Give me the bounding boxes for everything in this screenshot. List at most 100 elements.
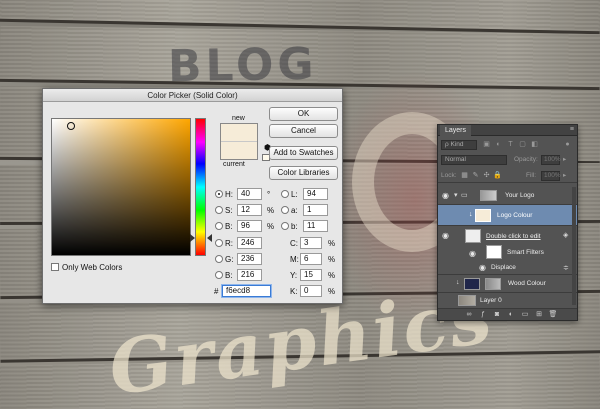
only-web-colors-label: Only Web Colors xyxy=(62,263,123,272)
link-layers-icon[interactable]: ∞ xyxy=(464,310,474,320)
eye-icon[interactable]: ◉ xyxy=(441,231,450,240)
opacity-input[interactable]: 100% xyxy=(541,155,561,165)
add-mask-icon[interactable]: ◙ xyxy=(492,310,502,320)
hex-input[interactable]: f6ecd8 xyxy=(222,285,271,297)
expand-arrow-icon[interactable]: ▾ xyxy=(454,191,458,199)
saturation-radio[interactable] xyxy=(215,206,223,214)
blend-mode-select[interactable]: Normal xyxy=(441,155,507,165)
hue-slider-handle-right[interactable] xyxy=(207,234,212,242)
smart-filters-label[interactable]: Smart Filters xyxy=(507,249,544,256)
hue-input[interactable]: 40 xyxy=(237,188,262,200)
layer-name[interactable]: Your Logo xyxy=(505,192,534,199)
layer-thumbnail xyxy=(458,295,476,306)
layer-row-layer-0[interactable]: ◉ Layer 0 xyxy=(438,293,577,309)
color-picker-dialog: Color Picker (Solid Color) new current ⬢… xyxy=(42,88,343,304)
only-web-colors-checkbox[interactable] xyxy=(51,263,59,271)
lab-a-radio[interactable] xyxy=(281,206,289,214)
fill-color-thumbnail[interactable] xyxy=(464,278,480,290)
cyan-input[interactable]: 3 xyxy=(300,237,322,249)
lab-a-input[interactable]: 1 xyxy=(303,204,328,216)
lock-row: Lock: ▦ ✎ ✣ 🔒 Fill: 100% ▸ xyxy=(438,169,577,183)
red-radio[interactable] xyxy=(215,239,223,247)
yellow-input[interactable]: 15 xyxy=(300,269,322,281)
lock-transparent-icon[interactable]: ▦ xyxy=(460,171,469,180)
layers-panel-header: Layers ≡ xyxy=(438,125,577,136)
shape-filter-icon[interactable]: ▢ xyxy=(518,140,527,149)
red-input[interactable]: 246 xyxy=(237,237,262,249)
layer-name[interactable]: Layer 0 xyxy=(480,297,502,304)
tab-layers[interactable]: Layers xyxy=(440,125,472,136)
filter-options-icon[interactable]: ≑ xyxy=(563,264,569,272)
green-radio[interactable] xyxy=(215,255,223,263)
fill-input[interactable]: 100% xyxy=(541,171,561,181)
new-layer-icon[interactable]: ⊞ xyxy=(534,310,544,320)
hue-slider[interactable] xyxy=(195,118,206,256)
saturation-input[interactable]: 12 xyxy=(237,204,262,216)
lab-b-input[interactable]: 11 xyxy=(303,220,328,232)
layer-name[interactable]: Wood Colour xyxy=(508,280,546,287)
layer-row-wood-colour[interactable]: ◉ ↓ Wood Colour xyxy=(438,275,577,293)
eye-icon[interactable]: ◉ xyxy=(441,191,450,200)
adjustment-layer-icon[interactable]: ◐ xyxy=(506,310,516,320)
clip-icon: ↓ xyxy=(469,211,473,218)
hue-radio[interactable] xyxy=(215,190,223,198)
brightness-input[interactable]: 96 xyxy=(237,220,262,232)
filter-name[interactable]: Displace xyxy=(491,264,516,271)
brightness-radio[interactable] xyxy=(215,222,223,230)
eye-icon[interactable]: ◉ xyxy=(478,263,487,272)
folder-icon: ▭ xyxy=(461,192,468,199)
eye-icon[interactable]: ◉ xyxy=(468,249,477,258)
magenta-input[interactable]: 6 xyxy=(300,253,322,265)
eye-icon[interactable]: ◉ xyxy=(441,280,450,289)
filter-mask-thumbnail xyxy=(486,245,502,259)
layer-style-icon[interactable]: ƒ xyxy=(478,310,488,320)
color-field-marker[interactable] xyxy=(67,122,75,130)
lock-all-icon[interactable]: 🔒 xyxy=(493,171,502,180)
eye-icon[interactable]: ◉ xyxy=(441,297,450,306)
pixel-filter-icon[interactable]: ▣ xyxy=(482,140,491,149)
smart-object-filter-icon[interactable]: ◧ xyxy=(530,140,539,149)
current-color-label: current xyxy=(223,161,245,168)
delete-layer-icon[interactable]: 🗑 xyxy=(548,310,558,320)
blue-radio[interactable] xyxy=(215,271,223,279)
new-group-icon[interactable]: ▭ xyxy=(520,310,530,320)
blue-input[interactable]: 216 xyxy=(237,269,262,281)
layer-mask-thumbnail xyxy=(485,278,501,290)
add-to-swatches-button[interactable]: Add to Swatches xyxy=(269,146,338,160)
smart-filter-badge-icon: ◈ xyxy=(563,232,569,239)
fill-arrow-icon[interactable]: ▸ xyxy=(563,171,566,181)
color-field[interactable] xyxy=(51,118,191,256)
lab-l-radio[interactable] xyxy=(281,190,289,198)
fill-color-thumbnail[interactable] xyxy=(475,209,491,222)
lock-image-icon[interactable]: ✎ xyxy=(471,171,480,180)
layer-row-your-logo[interactable]: ◉ ▾ ▭ Your Logo xyxy=(438,187,577,205)
type-filter-icon[interactable]: T xyxy=(506,140,515,149)
lab-b-radio[interactable] xyxy=(281,222,289,230)
layer-name[interactable]: Logo Colour xyxy=(497,212,532,219)
panel-menu-icon[interactable]: ≡ xyxy=(570,126,574,133)
eye-icon[interactable]: ◉ xyxy=(441,211,450,220)
lock-label: Lock: xyxy=(441,172,457,179)
layers-scrollbar[interactable] xyxy=(572,187,576,305)
kind-filter-select[interactable]: ρ Kind xyxy=(441,140,477,150)
adjustment-filter-icon[interactable]: ◐ xyxy=(494,140,503,149)
color-libraries-button[interactable]: Color Libraries xyxy=(269,166,338,180)
lab-l-input[interactable]: 94 xyxy=(303,188,328,200)
smart-object-thumbnail xyxy=(465,229,481,243)
layer-name[interactable]: Double click to edit xyxy=(486,233,541,240)
layer-row-smart-object[interactable]: ◉ Double click to edit ◈ ◉ Smart Filters… xyxy=(438,226,577,275)
new-color-label: new xyxy=(232,115,245,122)
logo-blog-text: BLOG xyxy=(167,38,318,93)
filter-toggle-icon[interactable]: ● xyxy=(563,140,572,149)
opacity-arrow-icon[interactable]: ▸ xyxy=(563,155,566,165)
ok-button[interactable]: OK xyxy=(269,107,338,121)
blend-row: Normal Opacity: 100% ▸ xyxy=(438,153,577,167)
fill-label: Fill: xyxy=(526,172,537,179)
lock-position-icon[interactable]: ✣ xyxy=(482,171,491,180)
hue-slider-handle-left[interactable] xyxy=(190,234,195,242)
current-color-swatch[interactable] xyxy=(221,142,257,159)
layer-row-logo-colour[interactable]: ◉ ↓ Logo Colour xyxy=(438,205,577,226)
green-input[interactable]: 236 xyxy=(237,253,262,265)
cancel-button[interactable]: Cancel xyxy=(269,124,338,138)
black-input[interactable]: 0 xyxy=(300,285,322,297)
